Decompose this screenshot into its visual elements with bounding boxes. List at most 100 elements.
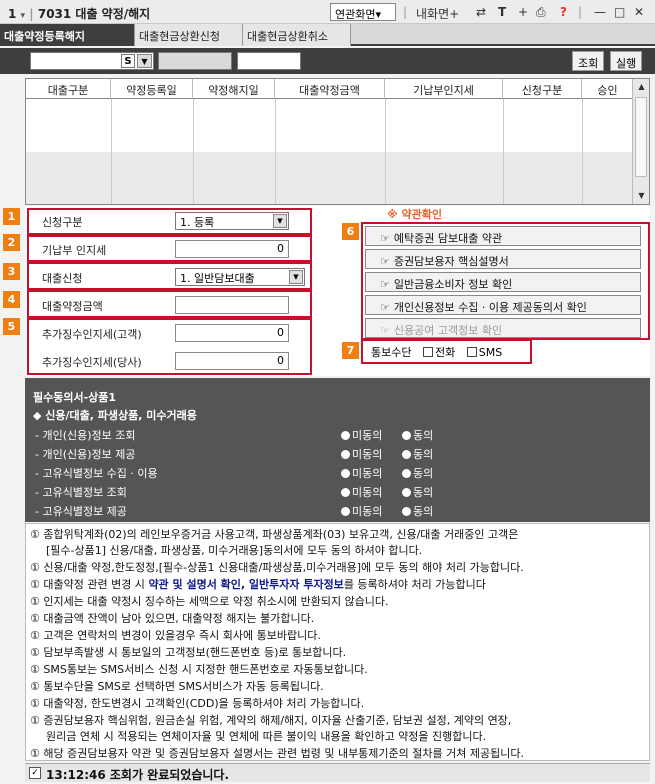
grid-scrollbar[interactable]: ▲ ▼ — [632, 79, 649, 204]
disagree-radio[interactable]: 미동의 — [341, 427, 382, 443]
loan-amount-field[interactable] — [175, 296, 289, 314]
apply-type-value: 1. 등록 — [180, 216, 215, 229]
tab-cash-repayment-cancel[interactable]: 대출현금상환취소 — [243, 24, 351, 46]
terms-check-warning: ※ 약관확인 — [387, 208, 443, 221]
tab-loan-agreement[interactable]: 대출약정등록해지 — [0, 24, 135, 46]
disagree-radio[interactable]: 미동의 — [341, 446, 382, 462]
execute-button[interactable]: 실행 — [610, 51, 643, 71]
credit-info-consent-button[interactable]: ☞ 개인신용정보 수집 · 이용 제공동의서 확인 — [365, 295, 641, 315]
inquiry-button[interactable]: 조회 — [572, 51, 605, 71]
window-title: 1 ▾ | 7031 대출 약정/해지 — [8, 7, 151, 21]
extra-stamp-customer-label: 추가징수인지세(고객) — [42, 328, 142, 341]
password-field[interactable] — [237, 52, 301, 70]
status-message: 13:12:46 조회가 완료되었습니다. — [46, 768, 230, 782]
chevron-down-icon: ▾ — [375, 8, 382, 21]
print-icon[interactable]: ⎙ — [536, 5, 546, 20]
loan-apply-value: 1. 일반담보대출 — [180, 272, 255, 285]
column-header[interactable]: 신청구분 — [503, 79, 582, 99]
loan-apply-select[interactable]: 1. 일반담보대출 ▼ — [175, 268, 305, 286]
extra-stamp-company-field[interactable]: 0 — [175, 352, 289, 370]
column-header[interactable]: 약정해지일 — [193, 79, 275, 99]
screen-title: 7031 대출 약정/해지 — [37, 7, 151, 21]
note-line: ① 대출금액 잔액이 남아 있으면, 대출약정 해지는 불가합니다. — [30, 612, 315, 625]
my-screen-button[interactable]: 내화면+ — [416, 5, 459, 22]
chevron-down-icon[interactable]: ▼ — [137, 54, 152, 68]
deposit-loan-terms-button[interactable]: ☞ 예탁증권 담보대출 약관 — [365, 226, 641, 246]
agree-radio[interactable]: 동의 — [402, 446, 433, 462]
grid-header: 대출구분 약정등록일 약정해지일 대출약정금액 기납부인지세 신청구분 승인 — [26, 79, 633, 99]
window-titlebar: 1 ▾ | 7031 대출 약정/해지 연관화면▾ | 내화면+ ⇄ T + ⎙… — [0, 0, 655, 24]
column-header[interactable]: 대출구분 — [26, 79, 111, 99]
minimize-icon[interactable]: — — [594, 5, 606, 19]
paid-stamp-label: 기납부 인지세 — [42, 244, 107, 257]
step-badge: 2 — [3, 234, 20, 251]
consent-subtitle: ◆ 신용/대출, 파생상품, 미수거래용 — [33, 409, 197, 422]
font-size-icon[interactable]: T — [498, 5, 506, 19]
step-badge: 5 — [3, 318, 20, 335]
step-badge: 7 — [342, 342, 359, 359]
agree-radio[interactable]: 동의 — [402, 503, 433, 519]
note-line: ① 대출약정 관련 변경 시 약관 및 설명서 확인, 일반투자자 투자정보를 … — [30, 578, 486, 591]
column-header[interactable]: 약정등록일 — [111, 79, 193, 99]
account-select[interactable]: S ▼ — [30, 52, 154, 70]
maximize-icon[interactable]: □ — [614, 5, 625, 19]
divider: | — [578, 5, 583, 19]
screen-number[interactable]: 1 — [8, 7, 16, 21]
apply-type-label: 신청구분 — [42, 216, 83, 229]
document-icon: ☞ — [380, 232, 390, 245]
agree-radio[interactable]: 동의 — [402, 427, 433, 443]
tab-cash-repayment-apply[interactable]: 대출현금상환신청 — [135, 24, 243, 46]
consumer-info-button[interactable]: ☞ 일반금융소비자 정보 확인 — [365, 272, 641, 292]
note-line: ① 해당 증권담보용자 약관 및 증권담보용자 설명서는 관련 법령 및 내부통… — [30, 747, 524, 760]
help-icon[interactable]: ? — [560, 5, 567, 19]
chevron-down-icon[interactable]: ▼ — [273, 214, 287, 228]
chevron-down-icon[interactable]: ▼ — [289, 270, 303, 284]
extra-stamp-customer-field[interactable]: 0 — [175, 324, 289, 342]
note-line: ① 신용/대출 약정,한도정정,[필수-상품1 신용대출/파생상품,미수거래용]… — [30, 561, 524, 574]
add-icon[interactable]: + — [518, 5, 528, 19]
note-line: ① 고객은 연락처의 변경이 있을경우 즉시 회사에 통보바랍니다. — [30, 629, 321, 642]
phone-label: 전화 — [434, 346, 456, 359]
extra-stamp-company-label: 추가징수인지세(당사) — [42, 356, 142, 369]
screen-dropdown-icon[interactable]: ▾ — [21, 11, 26, 21]
credit-customer-info-button[interactable]: ☞ 신용공여 고객정보 확인 — [365, 318, 641, 338]
s-search-button[interactable]: S — [121, 54, 135, 68]
column-header[interactable]: 기납부인지세 — [385, 79, 503, 99]
step-badge: 4 — [3, 291, 20, 308]
disagree-radio[interactable]: 미동의 — [341, 503, 382, 519]
table-row[interactable] — [26, 152, 633, 204]
scroll-up-icon[interactable]: ▲ — [633, 79, 650, 95]
column-header[interactable]: 대출약정금액 — [275, 79, 385, 99]
phone-checkbox[interactable] — [422, 347, 433, 357]
consent-section: 필수동의서-상품1 ◆ 신용/대출, 파생상품, 미수거래용 - 개인(신용)정… — [25, 378, 650, 522]
note-line: ① 담보부족발생 시 통보일의 고객정보(핸드폰번호 등)로 통보합니다. — [30, 646, 347, 659]
scroll-down-icon[interactable]: ▼ — [633, 188, 650, 204]
sms-checkbox[interactable] — [466, 347, 477, 357]
note-line: ① SMS통보는 SMS서비스 신청 시 지정한 핸드폰번호로 자동통보합니다. — [30, 663, 368, 676]
key-explanation-button[interactable]: ☞ 증권담보용자 핵심설명서 — [365, 249, 641, 269]
apply-type-select[interactable]: 1. 등록 ▼ — [175, 212, 289, 230]
consent-row-label: - 고유식별정보 조회 — [35, 486, 127, 499]
sms-label: SMS — [478, 346, 503, 359]
search-bar: S ▼ 조회 실행 — [0, 48, 655, 74]
step-badge: 3 — [3, 263, 20, 280]
related-screen-dropdown[interactable]: 연관화면▾ — [330, 3, 396, 21]
scroll-thumb[interactable] — [635, 97, 647, 177]
consent-row-label: - 고유식별정보 수집 · 이용 — [35, 467, 158, 480]
disagree-radio[interactable]: 미동의 — [341, 484, 382, 500]
consent-row: - 고유식별정보 제공 미동의 동의 — [25, 501, 650, 520]
link-icon[interactable]: ⇄ — [476, 5, 486, 19]
agree-radio[interactable]: 동의 — [402, 465, 433, 481]
agree-radio[interactable]: 동의 — [402, 484, 433, 500]
loan-amount-label: 대출약정금액 — [42, 300, 103, 313]
note-line: ① 증권담보용자 핵심위험, 원금손실 위험, 계약의 해제/해지, 이자율 산… — [30, 714, 512, 727]
table-row[interactable] — [26, 99, 633, 152]
notify-method: 통보수단 전화 SMS — [365, 341, 529, 361]
disagree-radio[interactable]: 미동의 — [341, 465, 382, 481]
column-header[interactable]: 승인 — [582, 79, 633, 99]
note-line: ① 인지세는 대출 약정시 징수하는 세액으로 약정 취소시에 반환되지 않습니… — [30, 595, 389, 608]
paid-stamp-field[interactable]: 0 — [175, 240, 289, 258]
consent-row: - 개인(신용)정보 제공 미동의 동의 — [25, 444, 650, 463]
close-icon[interactable]: ✕ — [634, 5, 644, 19]
step-badge: 1 — [3, 208, 20, 225]
